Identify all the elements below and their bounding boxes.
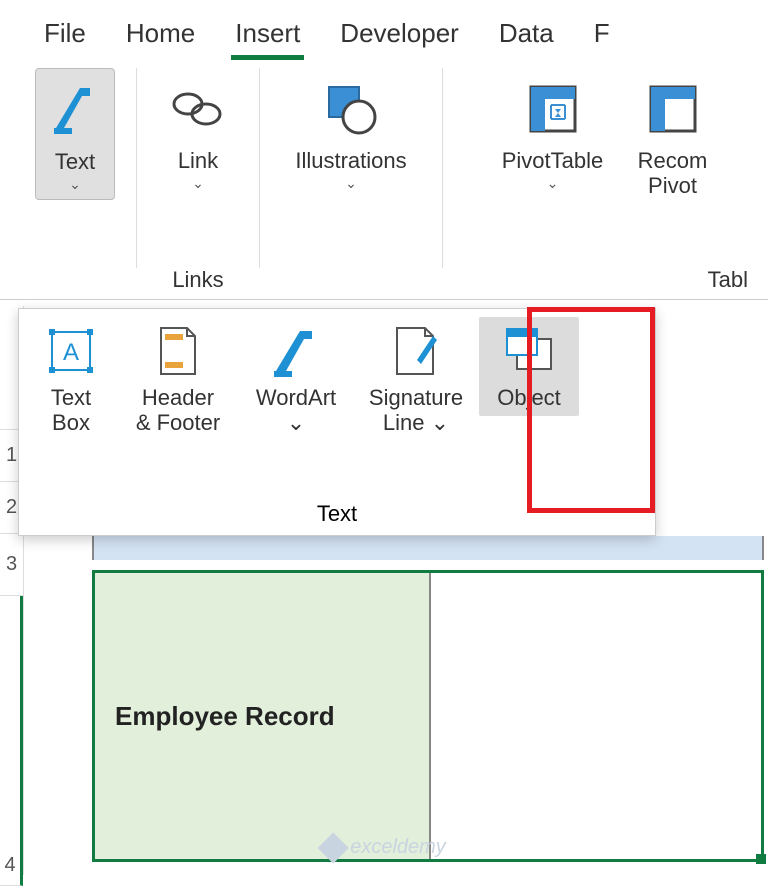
cell-b4[interactable]: Employee Record: [95, 573, 431, 859]
tab-insert[interactable]: Insert: [231, 10, 304, 60]
ribbon-text-button[interactable]: Text ⌄: [35, 68, 115, 200]
selection-handle[interactable]: [756, 854, 766, 864]
header-footer-button[interactable]: Header& Footer: [119, 317, 237, 442]
selected-range[interactable]: Employee Record: [92, 570, 764, 862]
ribbon: Text ⌄ Link ⌄ Links Illustrations: [0, 60, 768, 300]
tab-data[interactable]: Data: [495, 10, 558, 60]
chevron-down-icon: ⌄: [69, 176, 81, 193]
group-label-blank: [72, 267, 78, 299]
signature-line-button[interactable]: SignatureLine ⌄: [355, 317, 477, 442]
group-label-links: Links: [172, 267, 223, 299]
row-header-4[interactable]: 4: [0, 596, 23, 886]
tab-partial[interactable]: F: [590, 10, 614, 60]
header-footer-icon: [157, 323, 199, 379]
watermark: exceldemy: [322, 836, 446, 859]
chevron-down-icon: ⌄: [547, 175, 559, 192]
ribbon-illustrations-label: Illustrations: [295, 148, 406, 173]
textbox-button[interactable]: A TextBox: [25, 317, 117, 442]
ribbon-illustrations-button[interactable]: Illustrations ⌄: [285, 68, 416, 198]
illustrations-icon: [321, 74, 381, 144]
ribbon-pivottable-button[interactable]: PivotTable ⌄: [483, 68, 623, 198]
ribbon-pivot-label: PivotTable: [502, 148, 604, 173]
wordart-button[interactable]: WordArt⌄: [239, 317, 353, 442]
tab-file[interactable]: File: [40, 10, 90, 60]
wordart-icon: [268, 323, 324, 379]
ribbon-link-label: Link: [178, 148, 218, 173]
cell-row2-partial[interactable]: [92, 536, 764, 560]
pivottable-icon: [527, 74, 579, 144]
chevron-down-icon: ⌄: [345, 175, 357, 192]
link-icon: [170, 74, 226, 144]
dropdown-group-label: Text: [19, 497, 655, 535]
ribbon-recommended-button[interactable]: RecomPivot: [623, 68, 723, 205]
svg-text:A: A: [63, 339, 79, 366]
ribbon-tabs: File Home Insert Developer Data F: [0, 0, 768, 60]
tab-developer[interactable]: Developer: [336, 10, 463, 60]
watermark-icon: [318, 832, 349, 863]
tab-home[interactable]: Home: [122, 10, 199, 60]
object-button[interactable]: Object: [479, 317, 579, 416]
textbox-icon: A: [46, 323, 96, 379]
row-header-3[interactable]: 3: [0, 534, 23, 596]
text-icon: [50, 75, 100, 145]
ribbon-recom-label: RecomPivot: [638, 148, 708, 199]
text-dropdown-gallery: A TextBox Header& Footer WordArt⌄ Signat…: [18, 308, 656, 536]
cell-c4[interactable]: [431, 573, 761, 859]
ribbon-link-button[interactable]: Link ⌄: [158, 68, 238, 198]
object-icon: [503, 323, 555, 379]
signature-icon: [393, 323, 439, 379]
group-label-tables: Tabl: [708, 267, 756, 299]
chevron-down-icon: ⌄: [192, 175, 204, 192]
recommended-icon: [647, 74, 699, 144]
ribbon-text-label: Text: [55, 149, 95, 174]
